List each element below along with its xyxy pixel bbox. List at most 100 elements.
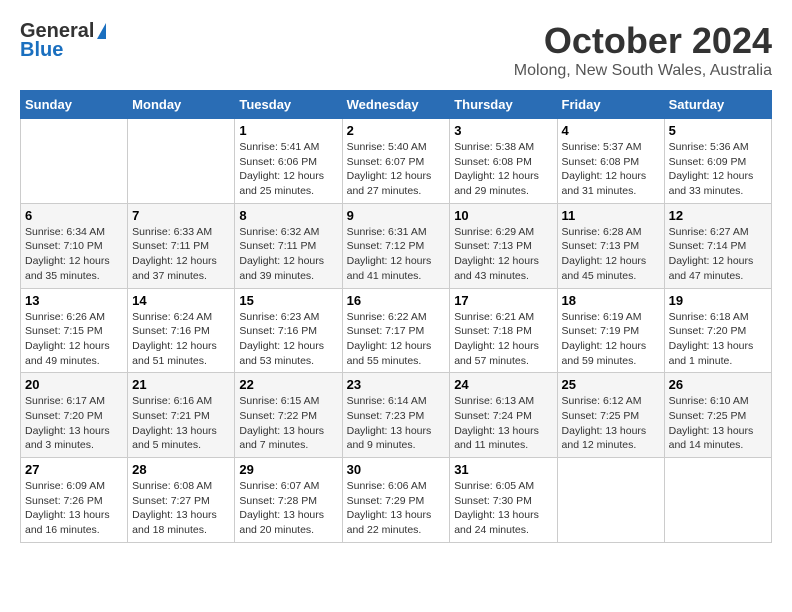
day-cell: 11Sunrise: 6:28 AMSunset: 7:13 PMDayligh… [557,203,664,288]
day-number: 12 [669,208,767,223]
day-cell: 9 Sunrise: 6:31 AMSunset: 7:12 PMDaylight… [342,203,450,288]
day-cell: 19 Sunrise: 6:18 AMSunset: 7:20 PMDayligh… [664,288,771,373]
weekday-header-monday: Monday [128,91,235,119]
day-number: 17 [454,293,552,308]
day-cell: 2 Sunrise: 5:40 AMSunset: 6:07 PMDaylight… [342,119,450,204]
logo-blue-text: Blue [20,39,63,62]
day-cell [128,119,235,204]
day-number: 30 [347,462,446,477]
day-info: Sunrise: 6:13 AMSunset: 7:24 PMDaylight:… [454,394,552,453]
day-number: 27 [25,462,123,477]
day-cell: 21 Sunrise: 6:16 AMSunset: 7:21 PMDayligh… [128,373,235,458]
day-info: Sunrise: 6:10 AMSunset: 7:25 PMDaylight:… [669,394,767,453]
day-info: Sunrise: 5:38 AMSunset: 6:08 PMDaylight:… [454,140,552,199]
day-info: Sunrise: 6:34 AMSunset: 7:10 PMDaylight:… [25,225,123,284]
day-cell: 12Sunrise: 6:27 AMSunset: 7:14 PMDayligh… [664,203,771,288]
day-number: 31 [454,462,552,477]
day-info: Sunrise: 6:24 AMSunset: 7:16 PMDaylight:… [132,310,230,369]
day-info: Sunrise: 6:06 AMSunset: 7:29 PMDaylight:… [347,479,446,538]
day-number: 24 [454,377,552,392]
day-number: 7 [132,208,230,223]
day-cell: 1 Sunrise: 5:41 AMSunset: 6:06 PMDaylight… [235,119,342,204]
day-cell: 17 Sunrise: 6:21 AMSunset: 7:18 PMDayligh… [450,288,557,373]
day-cell: 6 Sunrise: 6:34 AMSunset: 7:10 PMDaylight… [21,203,128,288]
day-number: 10 [454,208,552,223]
location-title: Molong, New South Wales, Australia [514,62,772,80]
day-number: 19 [669,293,767,308]
logo: General Blue [20,20,106,62]
day-cell: 30 Sunrise: 6:06 AMSunset: 7:29 PMDayligh… [342,458,450,543]
day-cell: 8 Sunrise: 6:32 AMSunset: 7:11 PMDaylight… [235,203,342,288]
weekday-header-row: SundayMondayTuesdayWednesdayThursdayFrid… [21,91,772,119]
day-info: Sunrise: 6:19 AMSunset: 7:19 PMDaylight:… [562,310,660,369]
day-number: 16 [347,293,446,308]
calendar-table: SundayMondayTuesdayWednesdayThursdayFrid… [20,90,772,543]
day-cell [557,458,664,543]
day-cell: 20 Sunrise: 6:17 AMSunset: 7:20 PMDayligh… [21,373,128,458]
day-number: 9 [347,208,446,223]
day-cell: 28Sunrise: 6:08 AMSunset: 7:27 PMDayligh… [128,458,235,543]
day-info: Sunrise: 6:18 AMSunset: 7:20 PMDaylight:… [669,310,767,369]
day-info: Sunrise: 6:32 AMSunset: 7:11 PMDaylight:… [239,225,337,284]
week-row-2: 6 Sunrise: 6:34 AMSunset: 7:10 PMDaylight… [21,203,772,288]
day-number: 25 [562,377,660,392]
day-number: 14 [132,293,230,308]
month-title: October 2024 [514,20,772,62]
day-cell: 4 Sunrise: 5:37 AMSunset: 6:08 PMDaylight… [557,119,664,204]
day-info: Sunrise: 6:31 AMSunset: 7:12 PMDaylight:… [347,225,446,284]
day-number: 21 [132,377,230,392]
week-row-4: 20 Sunrise: 6:17 AMSunset: 7:20 PMDayligh… [21,373,772,458]
day-number: 6 [25,208,123,223]
day-number: 8 [239,208,337,223]
day-cell: 5 Sunrise: 5:36 AMSunset: 6:09 PMDaylight… [664,119,771,204]
day-number: 20 [25,377,123,392]
day-info: Sunrise: 5:36 AMSunset: 6:09 PMDaylight:… [669,140,767,199]
day-number: 1 [239,123,337,138]
page-header: General Blue October 2024 Molong, New So… [20,20,772,80]
day-cell: 26 Sunrise: 6:10 AMSunset: 7:25 PMDayligh… [664,373,771,458]
weekday-header-friday: Friday [557,91,664,119]
day-info: Sunrise: 6:15 AMSunset: 7:22 PMDaylight:… [239,394,337,453]
day-cell: 7 Sunrise: 6:33 AMSunset: 7:11 PMDaylight… [128,203,235,288]
day-number: 4 [562,123,660,138]
weekday-header-sunday: Sunday [21,91,128,119]
day-info: Sunrise: 6:05 AMSunset: 7:30 PMDaylight:… [454,479,552,538]
day-info: Sunrise: 6:07 AMSunset: 7:28 PMDaylight:… [239,479,337,538]
weekday-header-thursday: Thursday [450,91,557,119]
day-cell: 13Sunrise: 6:26 AMSunset: 7:15 PMDayligh… [21,288,128,373]
day-cell: 10 Sunrise: 6:29 AMSunset: 7:13 PMDayligh… [450,203,557,288]
day-cell: 15 Sunrise: 6:23 AMSunset: 7:16 PMDayligh… [235,288,342,373]
day-number: 3 [454,123,552,138]
day-info: Sunrise: 6:17 AMSunset: 7:20 PMDaylight:… [25,394,123,453]
day-info: Sunrise: 6:26 AMSunset: 7:15 PMDaylight:… [25,310,123,369]
day-info: Sunrise: 6:21 AMSunset: 7:18 PMDaylight:… [454,310,552,369]
day-cell: 18Sunrise: 6:19 AMSunset: 7:19 PMDayligh… [557,288,664,373]
day-info: Sunrise: 6:33 AMSunset: 7:11 PMDaylight:… [132,225,230,284]
day-info: Sunrise: 6:29 AMSunset: 7:13 PMDaylight:… [454,225,552,284]
day-cell: 24 Sunrise: 6:13 AMSunset: 7:24 PMDayligh… [450,373,557,458]
day-info: Sunrise: 5:41 AMSunset: 6:06 PMDaylight:… [239,140,337,199]
day-info: Sunrise: 6:22 AMSunset: 7:17 PMDaylight:… [347,310,446,369]
day-cell: 29Sunrise: 6:07 AMSunset: 7:28 PMDayligh… [235,458,342,543]
day-number: 15 [239,293,337,308]
day-info: Sunrise: 5:40 AMSunset: 6:07 PMDaylight:… [347,140,446,199]
logo-triangle-icon [97,23,106,39]
day-info: Sunrise: 6:08 AMSunset: 7:27 PMDaylight:… [132,479,230,538]
day-cell: 16 Sunrise: 6:22 AMSunset: 7:17 PMDayligh… [342,288,450,373]
day-cell: 22 Sunrise: 6:15 AMSunset: 7:22 PMDayligh… [235,373,342,458]
weekday-header-tuesday: Tuesday [235,91,342,119]
weekday-header-wednesday: Wednesday [342,91,450,119]
day-info: Sunrise: 6:09 AMSunset: 7:26 PMDaylight:… [25,479,123,538]
day-number: 2 [347,123,446,138]
day-number: 22 [239,377,337,392]
day-number: 5 [669,123,767,138]
day-info: Sunrise: 6:28 AMSunset: 7:13 PMDaylight:… [562,225,660,284]
day-info: Sunrise: 5:37 AMSunset: 6:08 PMDaylight:… [562,140,660,199]
day-cell [664,458,771,543]
day-info: Sunrise: 6:16 AMSunset: 7:21 PMDaylight:… [132,394,230,453]
day-cell: 31 Sunrise: 6:05 AMSunset: 7:30 PMDayligh… [450,458,557,543]
title-block: October 2024 Molong, New South Wales, Au… [514,20,772,80]
day-info: Sunrise: 6:23 AMSunset: 7:16 PMDaylight:… [239,310,337,369]
day-number: 26 [669,377,767,392]
weekday-header-saturday: Saturday [664,91,771,119]
